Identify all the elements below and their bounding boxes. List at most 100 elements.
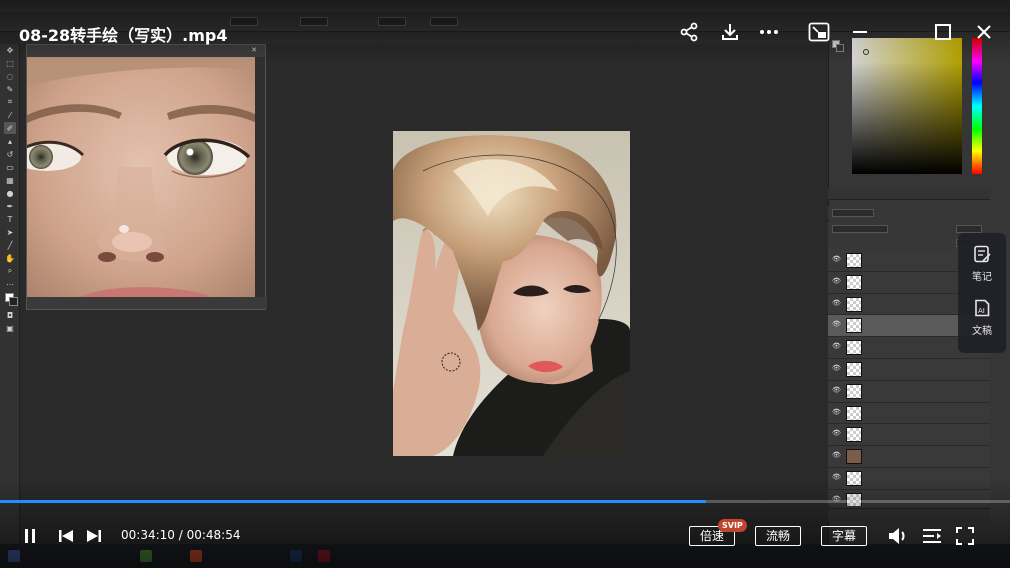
main-painting xyxy=(393,131,630,456)
video-title: 08-28转手绘（写实）.mp4 xyxy=(19,26,228,45)
transcript-icon: AI xyxy=(975,299,990,317)
quick-select-tool-icon: ✎ xyxy=(6,84,14,94)
share-button[interactable] xyxy=(677,20,701,44)
time-display: 00:34:10 / 00:48:54 xyxy=(121,528,240,542)
close-icon: ✕ xyxy=(251,46,257,54)
picture-in-picture-button[interactable] xyxy=(807,20,831,44)
stamp-tool-icon: ▴ xyxy=(7,136,12,146)
gradient-tool-icon: ▦ xyxy=(6,175,14,185)
eye-icon: 👁 xyxy=(832,363,841,372)
transcript-button[interactable]: AI 文稿 xyxy=(958,291,1006,341)
layers-filter-row xyxy=(828,206,990,220)
path-select-tool-icon: ➤ xyxy=(6,227,14,237)
video-player: ✥ ⬚ ◌ ✎ ⌗ ⁄ ✐ ▴ ↺ ▭ ▦ ● ✒ T ➤ ╱ ✋ ⌕ ⋯ ◘ … xyxy=(0,0,1010,568)
fullscreen-button[interactable] xyxy=(953,524,977,548)
svip-badge: SVIP xyxy=(718,519,747,532)
eye-icon: 👁 xyxy=(832,429,841,438)
time-total: 00:48:54 xyxy=(186,528,241,542)
layer-row: 👁 xyxy=(828,358,990,381)
maximize-button[interactable] xyxy=(931,20,955,44)
pause-button[interactable] xyxy=(20,526,40,546)
layer-row: 👁 xyxy=(828,402,990,425)
notes-icon xyxy=(974,245,991,263)
layer-row: 👁 xyxy=(828,467,990,490)
hue-slider xyxy=(972,38,982,174)
volume-button[interactable] xyxy=(886,524,910,548)
pause-icon xyxy=(25,529,35,543)
eye-icon: 👁 xyxy=(832,342,841,351)
more-button[interactable] xyxy=(757,20,781,44)
eye-icon: 👁 xyxy=(832,385,841,394)
ps-toolbar: ✥ ⬚ ◌ ✎ ⌗ ⁄ ✐ ▴ ↺ ▭ ▦ ● ✒ T ➤ ╱ ✋ ⌕ ⋯ ◘ … xyxy=(0,44,20,544)
eye-icon: 👁 xyxy=(832,320,841,329)
bg-color-swatch xyxy=(836,44,844,52)
skip-previous-icon xyxy=(59,530,73,542)
brush-tool-icon: ✐ xyxy=(4,122,16,134)
ps-zoom-window-title xyxy=(27,45,265,57)
move-tool-icon: ✥ xyxy=(6,45,14,55)
fullscreen-icon xyxy=(956,527,974,545)
type-tool-icon: T xyxy=(7,214,13,224)
line-tool-icon: ╱ xyxy=(7,240,13,250)
layer-row: 👁 xyxy=(828,424,990,447)
eye-icon: 👁 xyxy=(832,472,841,481)
color-picker-field xyxy=(852,38,962,174)
close-icon xyxy=(977,25,991,39)
playlist-icon xyxy=(923,529,941,543)
quick-mask-icon: ◘ xyxy=(6,310,14,320)
os-taskbar xyxy=(0,544,1010,568)
notes-button[interactable]: 笔记 xyxy=(958,237,1006,287)
pen-tool-icon: ✒ xyxy=(6,201,14,211)
subtitle-button[interactable]: 字幕 xyxy=(821,526,867,546)
close-button[interactable] xyxy=(972,20,996,44)
playlist-button[interactable] xyxy=(920,524,944,548)
more-tools-icon: ⋯ xyxy=(6,279,14,289)
transcript-label: 文稿 xyxy=(972,326,992,337)
layer-row: 👁 xyxy=(828,380,990,403)
crop-tool-icon: ⌗ xyxy=(7,97,13,106)
picture-in-picture-icon xyxy=(808,22,830,42)
previous-button[interactable] xyxy=(56,526,76,546)
eraser-tool-icon: ▭ xyxy=(6,162,14,172)
minimize-icon xyxy=(853,31,867,33)
lasso-tool-icon: ◌ xyxy=(6,71,14,81)
layers-footer xyxy=(828,508,990,522)
zoomed-face-image xyxy=(27,57,257,299)
zoom-tool-icon: ⌕ xyxy=(7,266,13,275)
taskbar-app-icon xyxy=(318,550,330,562)
ps-zoom-status xyxy=(27,297,267,309)
history-brush-icon: ↺ xyxy=(6,149,14,159)
marquee-tool-icon: ⬚ xyxy=(6,58,14,68)
hand-tool-icon: ✋ xyxy=(5,253,15,263)
taskbar-app-icon xyxy=(190,550,202,562)
color-swatches xyxy=(0,291,20,309)
more-icon xyxy=(760,30,778,34)
windows-start-icon xyxy=(8,550,20,562)
next-button[interactable] xyxy=(84,526,104,546)
eye-icon: 👁 xyxy=(832,276,841,285)
eye-icon: 👁 xyxy=(832,407,841,416)
time-current: 00:34:10 xyxy=(121,528,175,542)
eye-icon: 👁 xyxy=(832,298,841,307)
notes-label: 笔记 xyxy=(972,272,992,283)
photoshop-taskbar-icon xyxy=(290,550,302,562)
progress-fill xyxy=(0,500,706,503)
svg-text:AI: AI xyxy=(978,307,985,315)
side-tool-panel: 笔记 AI 文稿 xyxy=(958,233,1006,353)
eye-icon: 👁 xyxy=(832,255,841,263)
download-button[interactable] xyxy=(718,20,742,44)
progress-bar[interactable] xyxy=(0,500,1010,503)
minimize-button[interactable] xyxy=(848,20,872,44)
taskbar-app-icon xyxy=(140,550,152,562)
screen-mode-icon: ▣ xyxy=(6,323,14,333)
eyedropper-tool-icon: ⁄ xyxy=(9,110,11,120)
ps-menubar xyxy=(0,0,1010,12)
skip-next-icon xyxy=(87,530,101,542)
time-separator: / xyxy=(174,528,187,542)
download-icon xyxy=(722,24,738,40)
share-icon xyxy=(680,22,698,42)
volume-icon xyxy=(889,528,905,544)
quality-button[interactable]: 流畅 xyxy=(755,526,801,546)
eye-icon: 👁 xyxy=(832,451,841,460)
layer-row: 👁 xyxy=(828,489,990,506)
